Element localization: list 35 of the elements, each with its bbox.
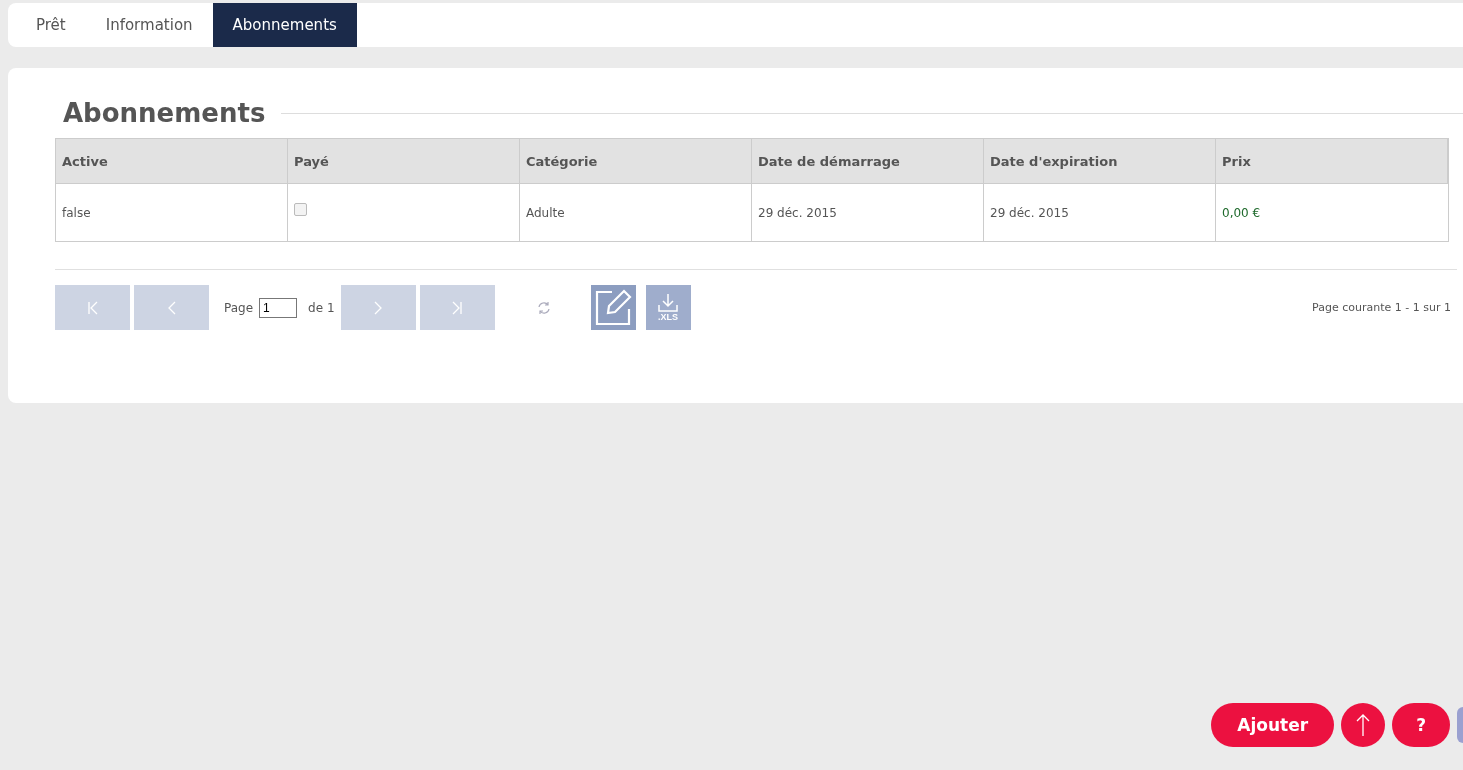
column-header: Active <box>56 139 288 184</box>
last-page-button[interactable] <box>419 285 495 330</box>
tab[interactable]: Information <box>85 3 213 47</box>
page-status: Page courante 1 - 1 sur 1 <box>1312 301 1451 314</box>
previous-page-button[interactable] <box>134 285 209 330</box>
column-header: Payé <box>288 139 520 184</box>
first-page-button[interactable] <box>55 285 130 330</box>
last-page-icon <box>450 299 465 316</box>
checkbox[interactable] <box>294 203 307 216</box>
help-button[interactable]: ? <box>1392 703 1450 747</box>
add-button[interactable]: Ajouter <box>1211 703 1335 747</box>
tab[interactable]: Abonnements <box>212 3 357 47</box>
edit-button[interactable] <box>590 285 636 330</box>
column-header: Prix <box>1216 139 1448 184</box>
table-cell: 29 déc. 2015 <box>752 184 984 241</box>
round-button[interactable] <box>1457 707 1463 743</box>
page-input[interactable]: 1 <box>259 297 298 318</box>
page-label: Page <box>224 300 254 315</box>
column-header: Date de démarrage <box>752 139 984 184</box>
column-header: Catégorie <box>520 139 752 184</box>
column-header: Date d'expiration <box>984 139 1216 184</box>
next-page-button[interactable] <box>340 285 416 330</box>
section-title: Abonnements <box>63 98 266 128</box>
table-cell: false <box>56 184 288 241</box>
refresh-icon[interactable] <box>536 300 551 315</box>
scroll-top-button[interactable] <box>1341 703 1386 747</box>
table-cell: 29 déc. 2015 <box>984 184 1216 241</box>
table-cell: Adulte <box>520 184 752 241</box>
tab[interactable]: Prêt <box>16 3 86 47</box>
arrow-up-icon <box>1356 713 1371 737</box>
first-page-icon <box>85 299 100 316</box>
download-icon <box>657 293 680 313</box>
pencil-icon <box>594 288 633 327</box>
page-count: de 1 <box>308 300 335 315</box>
price-cell-text: 0,00 € <box>1221 204 1262 222</box>
